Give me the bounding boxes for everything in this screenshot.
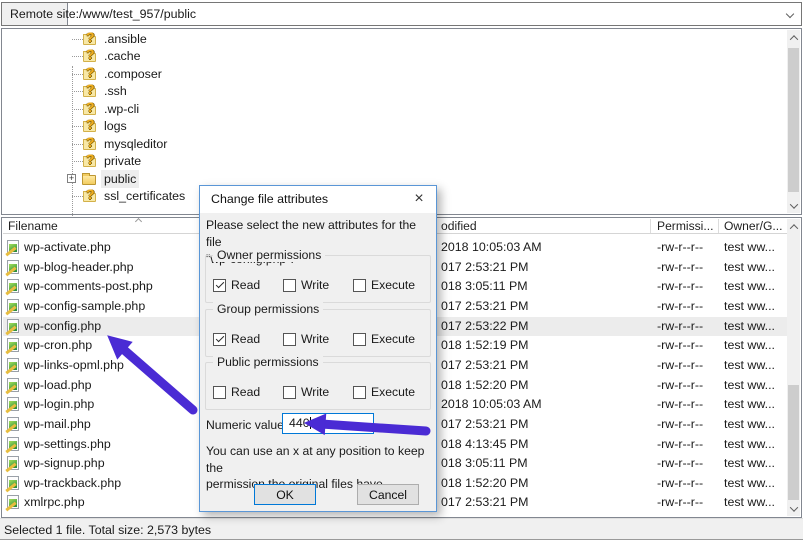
change-file-attributes-dialog: Change file attributes × Please select t…	[199, 185, 437, 512]
unknown-folder-icon: ?	[82, 152, 98, 169]
unknown-folder-icon: ?	[82, 100, 98, 117]
php-file-icon	[7, 495, 19, 509]
php-file-icon	[7, 279, 19, 293]
scroll-down-icon[interactable]	[787, 199, 800, 212]
php-file-icon	[7, 476, 19, 490]
column-header-filename[interactable]: Filename	[8, 219, 58, 233]
unknown-folder-icon: ?	[82, 65, 98, 82]
tree-item-label: mysqleditor	[101, 135, 170, 153]
php-file-icon	[7, 358, 19, 372]
php-file-icon	[7, 417, 19, 431]
unknown-folder-icon: ?	[82, 187, 98, 204]
checkbox-label: Execute	[371, 332, 415, 346]
public-permissions-group: Public permissions Read Write Execute	[205, 362, 431, 410]
file-list-scrollbar[interactable]	[787, 219, 800, 516]
unknown-folder-icon: ?	[82, 135, 98, 152]
checkbox-label: Read	[231, 278, 260, 292]
group-legend: Group permissions	[213, 302, 323, 316]
cancel-button[interactable]: Cancel	[357, 484, 419, 505]
checkbox-label: Read	[231, 332, 260, 346]
status-bar: Selected 1 file. Total size: 2,573 bytes	[0, 518, 803, 540]
php-file-icon	[7, 299, 19, 313]
scrollbar-thumb[interactable]	[788, 48, 799, 192]
php-file-icon	[7, 437, 19, 451]
column-divider[interactable]	[650, 219, 651, 233]
checkbox-owner-write[interactable]	[283, 279, 296, 292]
scroll-up-icon[interactable]	[787, 31, 800, 44]
php-file-icon	[7, 456, 19, 470]
tree-item-label: .ssh	[101, 82, 130, 100]
remote-site-bar: Remote site: /www/test_957/public	[1, 2, 802, 26]
checkbox-label: Read	[231, 385, 260, 399]
dialog-message-line1: Please select the new attributes for the…	[206, 217, 434, 251]
unknown-folder-icon: ?	[82, 30, 98, 47]
numeric-value-label: Numeric value:	[206, 418, 287, 432]
checkbox-group-execute[interactable]	[353, 333, 366, 346]
checkbox-public-write[interactable]	[283, 386, 296, 399]
tree-item-label: .ansible	[101, 30, 150, 48]
ok-button[interactable]: OK	[254, 484, 316, 505]
php-file-icon	[7, 338, 19, 352]
tree-item-label: public	[101, 170, 139, 188]
php-file-icon	[7, 240, 19, 254]
unknown-folder-icon: ?	[82, 82, 98, 99]
php-file-icon	[7, 397, 19, 411]
php-file-icon	[7, 319, 19, 333]
remote-site-combobox[interactable]: /www/test_957/public	[68, 3, 801, 25]
tree-expander-icon[interactable]: +	[67, 174, 76, 183]
tree-item-label: .wp-cli	[101, 100, 142, 118]
php-file-icon	[7, 260, 19, 274]
dialog-note-line1: You can use an x at any position to keep…	[206, 443, 436, 476]
text-cursor	[310, 417, 311, 429]
checkbox-public-read[interactable]	[213, 386, 226, 399]
checkbox-label: Execute	[371, 385, 415, 399]
dialog-title: Change file attributes	[211, 192, 328, 206]
tree-item-label: private	[101, 152, 144, 170]
php-file-icon	[7, 378, 19, 392]
numeric-value-input[interactable]: 440	[282, 413, 374, 434]
group-legend: Public permissions	[213, 355, 323, 369]
checkbox-owner-execute[interactable]	[353, 279, 366, 292]
group-legend: Owner permissions	[213, 248, 325, 262]
dialog-titlebar[interactable]: Change file attributes ×	[200, 186, 436, 213]
checkbox-public-execute[interactable]	[353, 386, 366, 399]
folder-icon	[82, 172, 97, 185]
tree-item-label: ssl_certificates	[101, 187, 188, 205]
numeric-value-text: 440	[289, 416, 310, 430]
close-icon[interactable]: ×	[402, 186, 436, 213]
tree-item-label: .cache	[101, 47, 144, 65]
checkbox-label: Write	[301, 278, 329, 292]
checkbox-label: Write	[301, 385, 329, 399]
chevron-down-icon[interactable]	[786, 10, 794, 18]
column-header-owner[interactable]: Owner/G...	[724, 219, 782, 233]
column-divider[interactable]	[718, 219, 719, 233]
remote-site-label: Remote site:	[2, 3, 68, 25]
tree-scrollbar[interactable]	[787, 30, 800, 213]
ftp-client-window: Remote site: /www/test_957/public ? .ans…	[0, 0, 803, 540]
tree-connector-line	[72, 66, 73, 224]
column-header-permissions[interactable]: Permissi...	[657, 219, 713, 233]
checkbox-label: Execute	[371, 278, 415, 292]
group-permissions-group: Group permissions Read Write Execute	[205, 309, 431, 357]
scrollbar-thumb[interactable]	[788, 385, 799, 500]
checkbox-group-read[interactable]	[213, 333, 226, 346]
unknown-folder-icon: ?	[82, 117, 98, 134]
unknown-folder-icon: ?	[82, 47, 98, 64]
checkbox-owner-read[interactable]	[213, 279, 226, 292]
tree-item-label: .composer	[101, 65, 165, 83]
scroll-down-icon[interactable]	[787, 502, 800, 515]
owner-permissions-group: Owner permissions Read Write Execute	[205, 255, 431, 303]
sort-ascending-icon	[135, 218, 142, 225]
checkbox-label: Write	[301, 332, 329, 346]
column-header-modified[interactable]: odified	[441, 219, 477, 233]
remote-site-path: /www/test_957/public	[79, 7, 196, 21]
tree-item-label: logs	[101, 117, 130, 135]
scroll-up-icon[interactable]	[787, 220, 800, 233]
checkbox-group-write[interactable]	[283, 333, 296, 346]
